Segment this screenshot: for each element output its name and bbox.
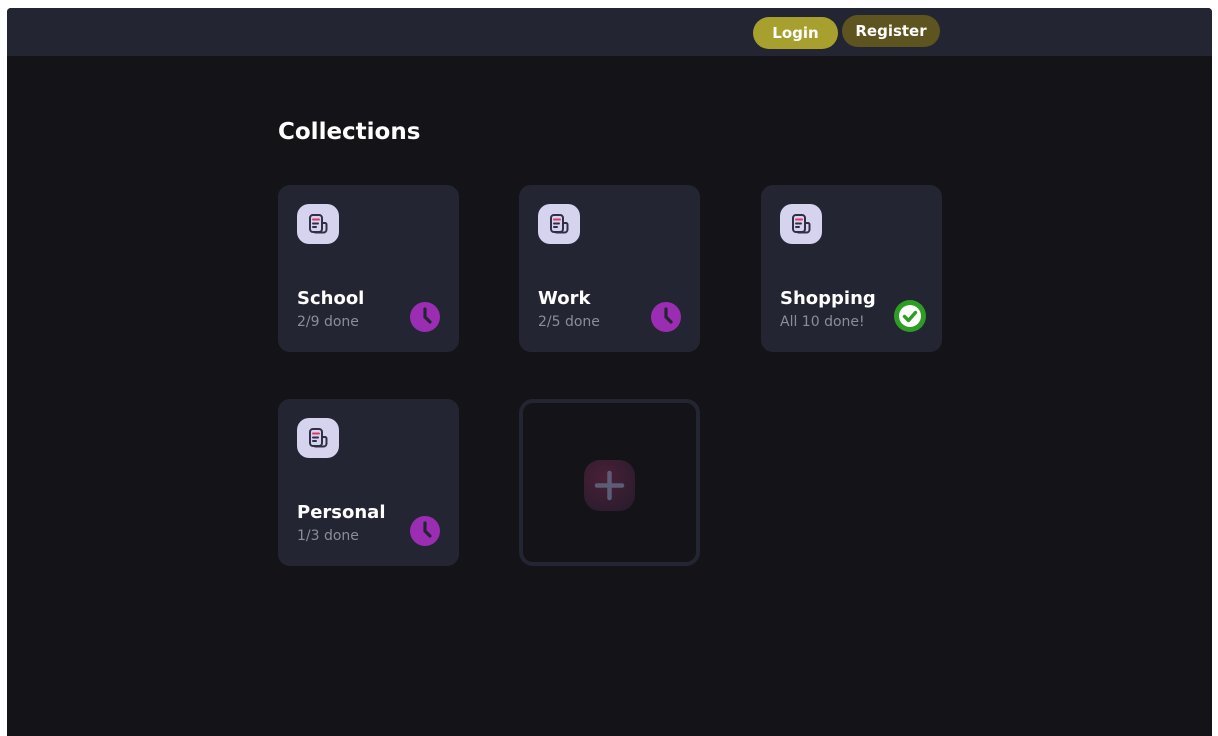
document-icon (780, 204, 822, 244)
clock-icon (651, 302, 681, 332)
plus-icon (583, 459, 636, 512)
clock-icon (410, 516, 440, 546)
collection-progress: 2/9 done (297, 314, 359, 330)
app-window: Login Register Collections School 2/9 do… (7, 8, 1212, 736)
clock-icon (410, 302, 440, 332)
collection-card-work[interactable]: Work 2/5 done (519, 185, 700, 352)
page-title: Collections (278, 119, 421, 145)
document-icon (297, 418, 339, 458)
collection-card-school[interactable]: School 2/9 done (278, 185, 459, 352)
collection-name: School (297, 288, 365, 309)
collection-name: Personal (297, 502, 386, 523)
collection-card-personal[interactable]: Personal 1/3 done (278, 399, 459, 566)
register-button[interactable]: Register (842, 15, 940, 47)
document-icon (297, 204, 339, 244)
collection-card-shopping[interactable]: Shopping All 10 done! (761, 185, 942, 352)
add-collection-button[interactable] (519, 399, 700, 566)
collection-progress: All 10 done! (780, 314, 865, 330)
login-button[interactable]: Login (753, 17, 838, 49)
collection-name: Shopping (780, 288, 876, 309)
top-bar: Login Register (7, 8, 1212, 56)
check-circle-icon (894, 300, 926, 332)
collection-name: Work (538, 288, 591, 309)
document-icon (538, 204, 580, 244)
collection-progress: 2/5 done (538, 314, 600, 330)
collection-progress: 1/3 done (297, 528, 359, 544)
